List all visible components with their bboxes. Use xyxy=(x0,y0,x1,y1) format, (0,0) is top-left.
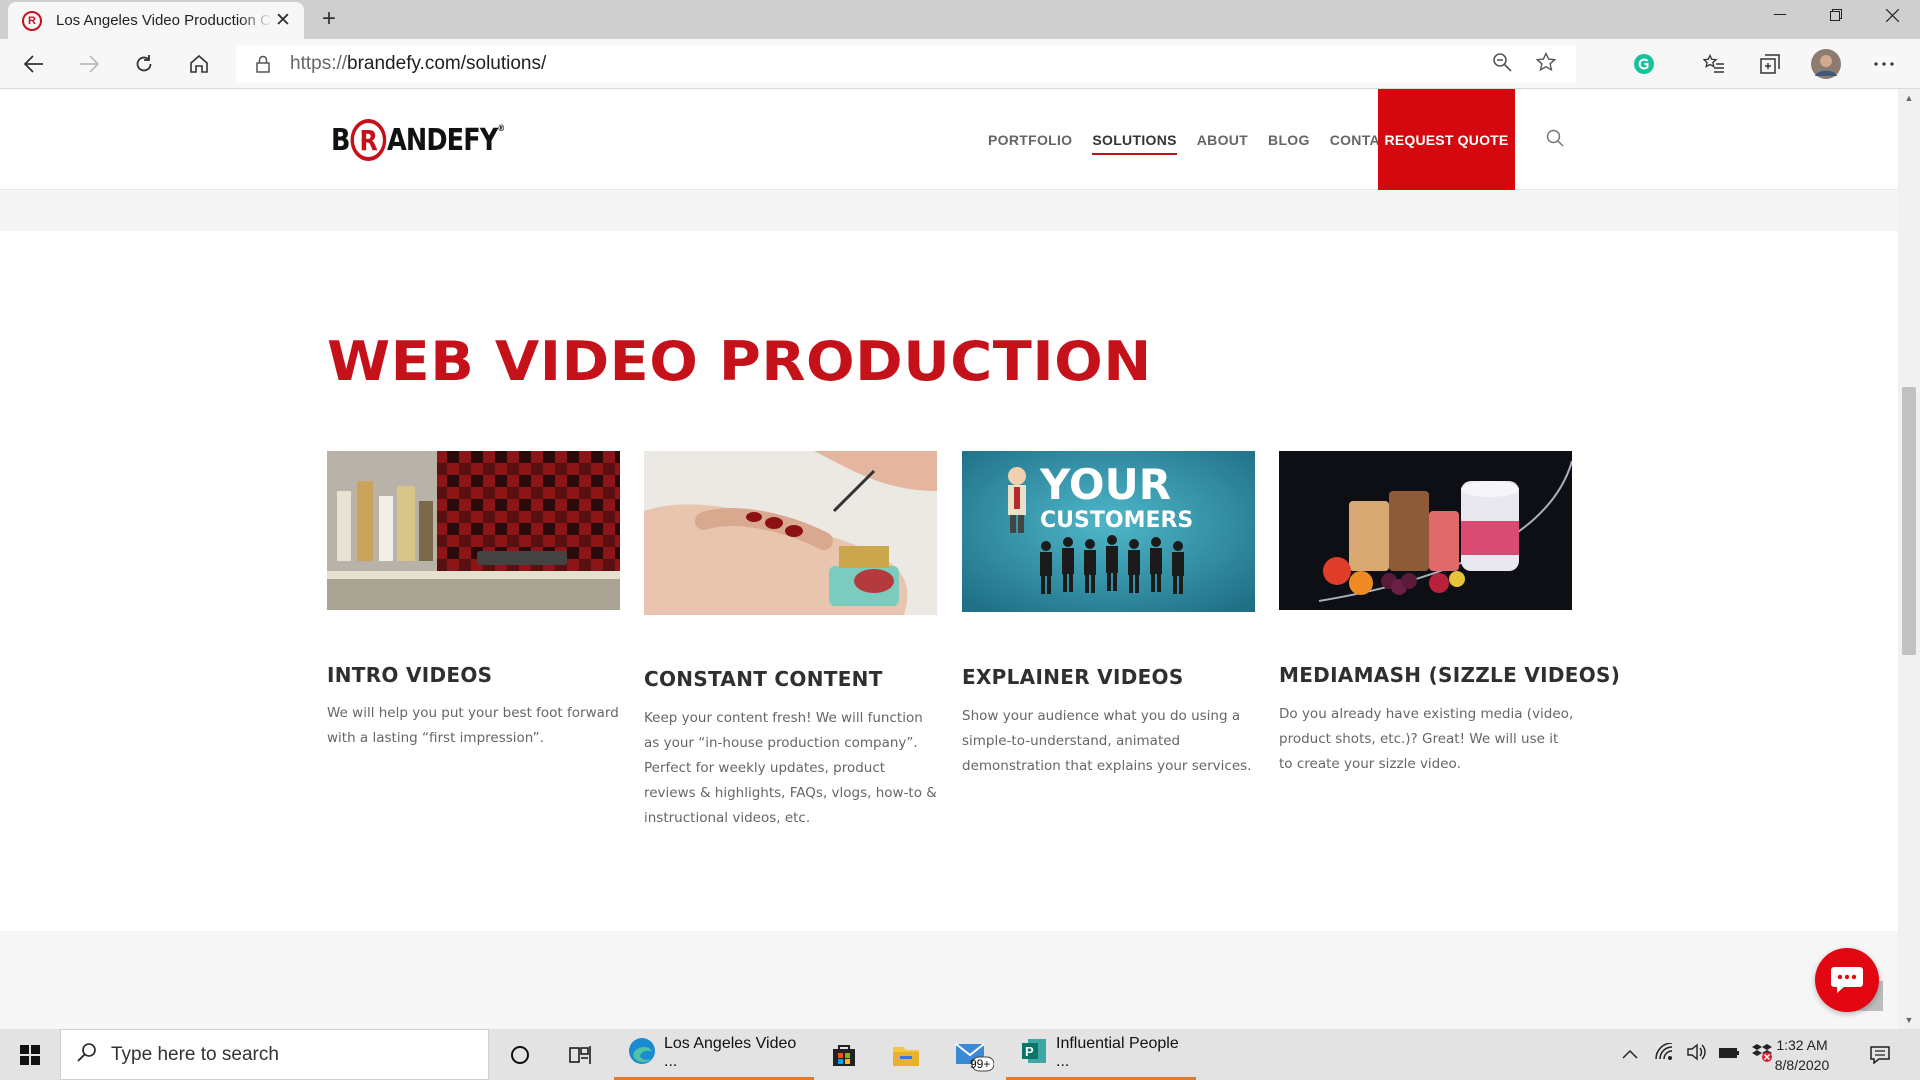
card-title-constant-content: CONSTANT CONTENT xyxy=(644,667,883,691)
mediamash-image xyxy=(1279,451,1572,610)
card-title-intro-videos: INTRO VIDEOS xyxy=(327,663,493,687)
volume-icon[interactable] xyxy=(1686,1043,1706,1066)
chevron-up-icon[interactable] xyxy=(1622,1046,1638,1064)
windows-taskbar: Type here to search Los Angeles Video ..… xyxy=(0,1029,1920,1080)
scroll-thumb[interactable] xyxy=(1902,387,1916,655)
taskbar-search-icon xyxy=(77,1042,97,1067)
card-title-explainer-videos: EXPLAINER VIDEOS xyxy=(962,665,1184,689)
refresh-icon[interactable] xyxy=(124,39,164,89)
mail-badge: 99+ xyxy=(970,1057,991,1071)
logo-registered-mark: ® xyxy=(497,124,505,134)
file-explorer-icon[interactable] xyxy=(886,1029,926,1080)
card-text-explainer-videos: Show your audience what you do using a s… xyxy=(962,708,1252,774)
card-title-mediamash: MEDIAMASH (SIZZLE VIDEOS) xyxy=(1279,663,1621,687)
url-path: brandefy.com/solutions/ xyxy=(347,53,547,74)
address-bar[interactable]: https://brandefy.com/solutions/ xyxy=(236,45,1576,83)
main-navigation: PORTFOLIO SOLUTIONS ABOUT BLOG CONTACT xyxy=(988,89,1419,190)
web-page: B R ANDEFY ® PORTFOLIO SOLUTIONS ABOUT B… xyxy=(0,89,1898,1029)
card-text-intro-videos: We will help you put your best foot forw… xyxy=(327,705,619,746)
store-icon[interactable] xyxy=(824,1029,864,1080)
battery-icon[interactable] xyxy=(1718,1046,1740,1064)
notification-icon[interactable] xyxy=(1860,1029,1900,1080)
intro-videos-image xyxy=(327,451,620,610)
brandefy-logo[interactable]: B R ANDEFY ® xyxy=(331,118,505,162)
scroll-down-arrow[interactable]: ▼ xyxy=(1898,1011,1920,1029)
lock-icon[interactable] xyxy=(236,55,290,73)
site-header: B R ANDEFY ® PORTFOLIO SOLUTIONS ABOUT B… xyxy=(0,89,1898,190)
grey-band xyxy=(0,190,1898,231)
cortana-icon[interactable] xyxy=(500,1029,540,1080)
publisher-icon: P xyxy=(1020,1037,1048,1070)
browser-tab-strip: R Los Angeles Video Production Co ✕ + xyxy=(0,0,1920,39)
clock-time: 1:32 AM xyxy=(1776,1037,1828,1053)
task-view-icon[interactable] xyxy=(560,1029,600,1080)
card-text-mediamash: Do you already have existing media (vide… xyxy=(1279,706,1574,772)
forward-icon[interactable] xyxy=(69,39,109,89)
tab-close-icon[interactable]: ✕ xyxy=(272,9,294,32)
url-scheme: https:// xyxy=(290,53,348,74)
grammarly-icon[interactable] xyxy=(1624,39,1664,89)
taskbar-app-edge[interactable]: Los Angeles Video ... xyxy=(614,1029,814,1080)
nav-blog[interactable]: BLOG xyxy=(1268,132,1310,148)
taskbar-search-box[interactable]: Type here to search xyxy=(60,1029,489,1080)
explainer-your-text: YOUR xyxy=(1039,460,1171,509)
back-icon[interactable] xyxy=(14,39,54,89)
profile-avatar[interactable] xyxy=(1806,39,1846,89)
chat-icon[interactable] xyxy=(1815,948,1879,1012)
search-icon[interactable] xyxy=(1546,129,1568,151)
tab-title: Los Angeles Video Production Co xyxy=(56,12,272,29)
taskbar-app-edge-label: Los Angeles Video ... xyxy=(664,1035,797,1070)
explainer-customers-text: CUSTOMERS xyxy=(1040,508,1193,533)
card-text-constant-content: Keep your content fresh! We will functio… xyxy=(644,710,937,826)
logo-text-andefy: ANDEFY xyxy=(386,122,498,158)
explainer-videos-image: YOUR CUSTOMERS xyxy=(962,451,1255,612)
logo-text-b: B xyxy=(331,122,350,158)
browser-tab[interactable]: R Los Angeles Video Production Co ✕ xyxy=(8,2,304,39)
section-title: WEB VIDEO PRODUCTION xyxy=(327,330,1152,393)
favorite-star-icon[interactable] xyxy=(1535,51,1557,77)
clock-date: 8/8/2020 xyxy=(1774,1057,1830,1073)
taskbar-clock[interactable]: 1:32 AM 8/8/2020 xyxy=(1760,1035,1844,1075)
nav-about[interactable]: ABOUT xyxy=(1197,132,1248,148)
constant-content-image xyxy=(644,451,937,615)
browser-toolbar: https://brandefy.com/solutions/ xyxy=(0,39,1920,89)
system-tray xyxy=(1622,1029,1772,1080)
taskbar-search-placeholder: Type here to search xyxy=(111,1043,279,1065)
site-favicon-icon: R xyxy=(22,10,42,31)
favorites-list-icon[interactable] xyxy=(1694,39,1734,89)
logo-r-mark: R xyxy=(350,119,387,161)
next-section-band xyxy=(0,931,1898,1029)
collections-icon[interactable] xyxy=(1750,39,1790,89)
page-scrollbar[interactable]: ▲ ▼ xyxy=(1898,89,1920,1029)
url-text[interactable]: https://brandefy.com/solutions/ xyxy=(290,53,1492,75)
windows-icon[interactable] xyxy=(0,1029,60,1080)
nav-portfolio[interactable]: PORTFOLIO xyxy=(988,132,1072,148)
wifi-icon[interactable] xyxy=(1654,1042,1674,1066)
nav-solutions[interactable]: SOLUTIONS xyxy=(1092,132,1178,155)
request-quote-button[interactable]: REQUEST QUOTE xyxy=(1378,89,1515,190)
restore-button[interactable] xyxy=(1808,0,1864,30)
home-icon[interactable] xyxy=(179,39,219,89)
scroll-up-arrow[interactable]: ▲ xyxy=(1898,89,1920,107)
minimize-button[interactable] xyxy=(1752,0,1808,30)
taskbar-app-publisher-label: Influential People ... xyxy=(1056,1035,1179,1070)
close-window-button[interactable] xyxy=(1864,0,1920,30)
zoom-icon[interactable] xyxy=(1492,52,1512,77)
more-icon[interactable] xyxy=(1864,39,1904,89)
mail-icon[interactable]: 99+ xyxy=(946,1029,1002,1080)
window-controls xyxy=(1752,0,1920,32)
taskbar-app-publisher[interactable]: P Influential People ... xyxy=(1006,1029,1196,1080)
svg-text:P: P xyxy=(1025,1044,1034,1059)
edge-icon xyxy=(628,1037,656,1070)
new-tab-button[interactable]: + xyxy=(316,6,342,32)
